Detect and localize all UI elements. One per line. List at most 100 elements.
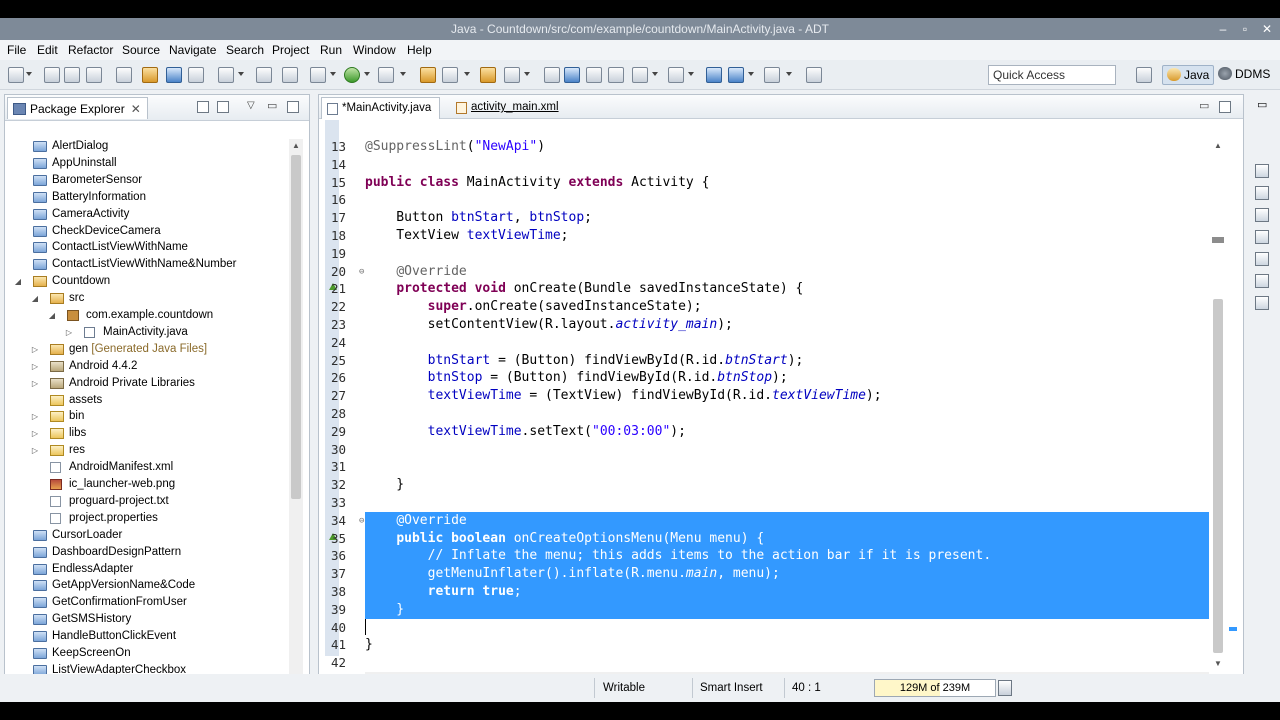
tree-item[interactable]: assets	[5, 392, 287, 409]
build-icon[interactable]	[256, 67, 272, 83]
logcat-icon[interactable]	[1255, 296, 1269, 310]
link-with-editor-icon[interactable]	[217, 101, 229, 113]
code-line[interactable]: 23 setContentView(R.layout.activity_main…	[325, 316, 1209, 334]
explorer-scroll-thumb[interactable]	[291, 155, 301, 499]
expand-twisty-icon[interactable]: ▷	[30, 425, 40, 442]
forward-icon[interactable]	[764, 67, 780, 83]
code-line[interactable]: 25 btnStart = (Button) findViewById(R.id…	[325, 352, 1209, 370]
tree-item[interactable]: KeepScreenOn	[5, 645, 287, 662]
print-icon[interactable]	[86, 67, 102, 83]
tree-item[interactable]: CursorLoader	[5, 527, 287, 544]
toggle-mark-occurrences-icon[interactable]	[544, 67, 560, 83]
tree-item[interactable]: ◢ src	[5, 290, 287, 307]
tree-item[interactable]: ◢ Countdown	[5, 273, 287, 290]
save-all-icon[interactable]	[64, 67, 80, 83]
scroll-down-icon[interactable]: ▼	[1213, 659, 1223, 669]
back-icon[interactable]	[728, 67, 744, 83]
maximize-view-icon[interactable]	[287, 101, 299, 113]
tree-item[interactable]: BatteryInformation	[5, 189, 287, 206]
menu-navigate[interactable]: Navigate	[169, 43, 216, 57]
tree-item[interactable]: DashboardDesignPattern	[5, 544, 287, 561]
quick-access-input[interactable]: Quick Access	[988, 65, 1116, 85]
run-icon[interactable]	[344, 67, 360, 83]
fold-toggle-icon[interactable]: ⊖	[359, 263, 364, 281]
tree-item[interactable]: ▷ MainActivity.java	[5, 324, 287, 341]
collapse-twisty-icon[interactable]: ◢	[13, 273, 23, 290]
tree-item[interactable]: ▷ res	[5, 442, 287, 459]
code-line[interactable]: 35 public boolean onCreateOptionsMenu(Me…	[325, 529, 1209, 548]
garbage-collect-icon[interactable]	[998, 680, 1012, 696]
tree-item[interactable]: BarometerSensor	[5, 172, 287, 189]
close-view-icon[interactable]: ✕	[131, 102, 141, 116]
fold-toggle-icon[interactable]: ⊖	[359, 512, 364, 530]
maximize-editor-icon[interactable]	[1219, 101, 1231, 113]
menu-source[interactable]: Source	[122, 43, 160, 57]
code-line[interactable]: 41}	[325, 636, 1209, 654]
scroll-up-icon[interactable]: ▲	[1213, 141, 1223, 151]
code-area[interactable]: 13 @SuppressLint("NewApi") 14 15 public clas…	[325, 138, 1209, 674]
tree-item[interactable]: ▷ libs	[5, 425, 287, 442]
java-perspective-button[interactable]: Java	[1162, 65, 1215, 85]
code-line[interactable]: 33	[325, 494, 1209, 512]
menu-project[interactable]: Project	[272, 43, 309, 57]
menu-window[interactable]: Window	[353, 43, 396, 57]
menu-run[interactable]: Run	[320, 43, 342, 57]
tab-mainactivity-java[interactable]: *MainActivity.java	[321, 97, 441, 119]
tree-item[interactable]: proguard-project.txt	[5, 493, 287, 510]
collapse-twisty-icon[interactable]: ◢	[47, 307, 57, 324]
minimize-editor-icon[interactable]: ▭	[1199, 99, 1209, 112]
avd-manager-icon[interactable]	[142, 67, 158, 83]
problems-icon[interactable]	[1255, 252, 1269, 266]
menu-help[interactable]: Help	[407, 43, 432, 57]
minimize-stack-icon[interactable]: ▭	[1257, 98, 1267, 111]
new-class-icon[interactable]	[442, 67, 458, 83]
code-line[interactable]: 28	[325, 405, 1209, 423]
code-line[interactable]: 18 TextView textViewTime;	[325, 227, 1209, 245]
editor-scroll-thumb[interactable]	[1213, 299, 1223, 653]
tree-item[interactable]: EndlessAdapter	[5, 561, 287, 578]
lint-icon[interactable]	[166, 67, 182, 83]
explorer-scrollbar[interactable]: ▲ ▼	[289, 139, 303, 687]
minimize-button[interactable]: –	[1212, 21, 1234, 37]
tree-item[interactable]: AndroidManifest.xml	[5, 459, 287, 476]
outline-icon[interactable]	[1255, 164, 1269, 178]
tree-item[interactable]: HandleButtonClickEvent	[5, 628, 287, 645]
new-icon[interactable]	[8, 67, 24, 83]
open-type-icon[interactable]	[480, 67, 496, 83]
menu-file[interactable]: File	[7, 43, 26, 57]
code-line[interactable]: 22 super.onCreate(savedInstanceState);	[325, 298, 1209, 316]
code-line[interactable]: 39 }	[325, 600, 1209, 619]
code-line[interactable]: 21 protected void onCreate(Bundle savedI…	[325, 280, 1209, 298]
menu-refactor[interactable]: Refactor	[68, 43, 113, 57]
code-line[interactable]: 16	[325, 191, 1209, 209]
tree-item[interactable]: ▷ Android Private Libraries	[5, 375, 287, 392]
code-line[interactable]: 24	[325, 334, 1209, 352]
pin-editor-icon[interactable]	[806, 67, 822, 83]
tab-activity-main-xml[interactable]: activity_main.xml	[451, 97, 567, 119]
expand-twisty-icon[interactable]: ▷	[30, 442, 40, 459]
previous-annotation-icon[interactable]	[668, 67, 684, 83]
checklist-icon[interactable]	[218, 67, 234, 83]
tree-item[interactable]: ▷ Android 4.4.2	[5, 358, 287, 375]
selection-overview-marker[interactable]	[1229, 627, 1237, 631]
expand-twisty-icon[interactable]: ▷	[64, 324, 74, 341]
tree-item[interactable]: ▷ gen [Generated Java Files]	[5, 341, 287, 358]
tree-item[interactable]: project.properties	[5, 510, 287, 527]
debug-icon[interactable]	[310, 67, 326, 83]
expand-twisty-icon[interactable]: ▷	[30, 358, 40, 375]
tree-item[interactable]: CheckDeviceCamera	[5, 223, 287, 240]
overview-marker[interactable]	[1212, 237, 1224, 243]
tree-item[interactable]: GetSMSHistory	[5, 611, 287, 628]
expand-twisty-icon[interactable]: ▷	[30, 408, 40, 425]
view-menu-icon[interactable]: ▽	[247, 100, 255, 111]
search-icon[interactable]	[504, 67, 520, 83]
save-icon[interactable]	[44, 67, 60, 83]
code-line[interactable]: 17 Button btnStart, btnStop;	[325, 209, 1209, 227]
scroll-up-icon[interactable]: ▲	[291, 141, 301, 151]
task-list-icon[interactable]	[1255, 186, 1269, 200]
code-line[interactable]: 37 getMenuInflater().inflate(R.menu.main…	[325, 565, 1209, 584]
editor-vertical-scrollbar[interactable]: ▲ ▼	[1211, 139, 1225, 671]
block-selection-icon[interactable]	[586, 67, 602, 83]
code-line[interactable]: 36 // Inflate the menu; this adds items …	[325, 547, 1209, 566]
code-line[interactable]: 40	[325, 618, 1209, 637]
